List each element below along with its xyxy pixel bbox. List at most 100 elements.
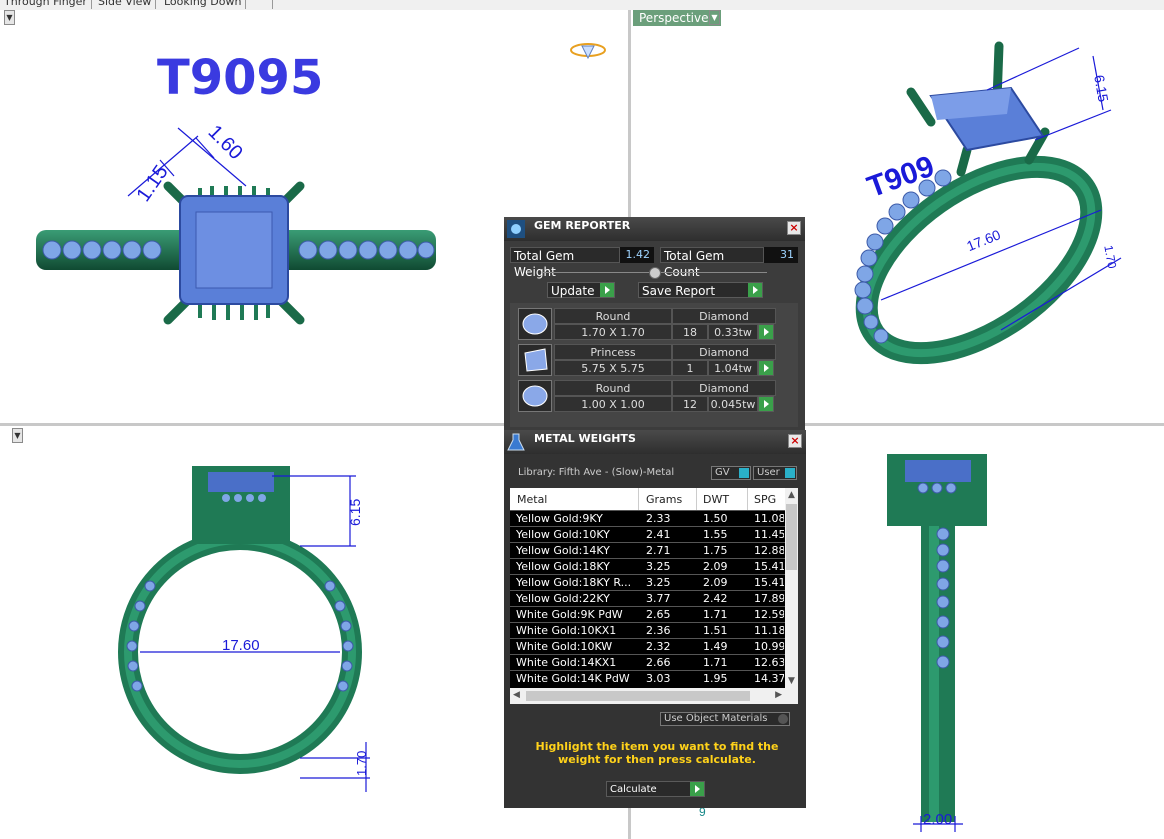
round-gem-icon [518,308,552,340]
use-object-materials-label: Use Object Materials [664,713,768,724]
dim-label-band: 1.70 [1101,244,1119,270]
gem-list: Round Diamond 1.70 X 1.70 18 0.33tw Prin… [510,303,798,427]
spg-value: 15.41 [754,576,784,589]
tab-extra[interactable] [256,0,273,9]
dim-label-height: 6.15 [1091,74,1112,104]
table-row[interactable]: Yellow Gold:9KY 2.33 1.50 11.08 [510,510,785,526]
gem-go-button[interactable] [758,360,774,376]
save-report-label: Save Report [642,284,716,298]
scroll-right-icon[interactable]: ▶ [775,690,782,700]
tab-through-finger[interactable]: Through Finger [0,0,92,9]
gem-reporter-icon [507,220,525,238]
round-gem-icon [518,380,552,412]
user-label: User [757,467,780,478]
metal-weights-titlebar[interactable]: METAL WEIGHTS × [504,430,806,454]
gem-row[interactable]: Princess Diamond 5.75 X 5.75 1 1.04tw [518,344,776,377]
update-label: Update [551,284,595,298]
metal-table[interactable]: Metal Grams DWT SPG Yellow Gold:9KY 2.33 1… [510,488,798,704]
gem-go-button[interactable] [758,324,774,340]
scroll-left-icon[interactable]: ◀ [513,690,520,700]
metal-name: Yellow Gold:14KY [516,544,610,557]
update-button[interactable]: Update [547,282,615,298]
dim-label-right: 1.60 [204,121,247,164]
table-row[interactable]: White Gold:10KW 2.32 1.49 10.99 [510,638,785,654]
dwt-value: 1.71 [703,608,728,621]
metal-name: White Gold:14K PdW [516,672,630,685]
scroll-down-icon[interactable]: ▼ [788,676,795,686]
spg-value: 12.59 [754,608,784,621]
save-report-button[interactable]: Save Report [638,282,763,298]
spg-value: 11.18 [754,624,784,637]
expand-toggle-icon[interactable] [649,267,661,279]
total-gem-count-label: Total Gem Count [660,247,764,279]
dwt-value: 2.42 [703,592,728,605]
dwt-value: 1.49 [703,640,728,653]
grams-value: 2.32 [646,640,671,653]
gem-material: Diamond [672,344,776,360]
table-row[interactable]: White Gold:10KX1 2.36 1.51 11.18 [510,622,785,638]
metal-name: White Gold:10KW [516,640,613,653]
table-row[interactable]: Yellow Gold:22KY 3.77 2.42 17.89 [510,590,785,606]
table-row[interactable]: Yellow Gold:14KY 2.71 1.75 12.88 [510,542,785,558]
tab-looking-down[interactable]: Looking Down [160,0,247,9]
user-toggle[interactable]: User [753,466,797,480]
spg-value: 17.89 [754,592,784,605]
princess-gem-icon [518,344,552,376]
tab-side-view[interactable]: Side View [94,0,157,9]
gv-toggle[interactable]: GV [711,466,751,480]
table-row[interactable]: Yellow Gold:18KY 3.25 2.09 15.41 [510,558,785,574]
table-horizontal-scrollbar[interactable]: ◀ ▶ [510,688,798,704]
table-row[interactable]: White Gold:9K PdW 2.65 1.71 12.59 [510,606,785,622]
grams-value: 2.71 [646,544,671,557]
dwt-value: 1.71 [703,656,728,669]
gem-weight: 0.045tw [708,396,758,412]
dwt-value: 1.75 [703,544,728,557]
total-gem-count-value: 31 [764,247,798,263]
table-row[interactable]: White Gold:14K PdW 3.03 1.95 14.37 [510,670,785,686]
scrollbar-thumb[interactable] [526,691,750,701]
table-row[interactable]: White Gold:14KX1 2.66 1.71 12.63 [510,654,785,670]
metal-name: Yellow Gold:18KY R... [516,576,632,589]
column-header-dwt[interactable]: DWT [703,493,729,506]
spg-value: 11.08 [754,512,784,525]
column-header-grams[interactable]: Grams [646,493,682,506]
gem-go-button[interactable] [758,396,774,412]
flask-icon [507,433,525,451]
dwt-value: 2.09 [703,576,728,589]
spg-value: 12.88 [754,544,784,557]
scroll-up-icon[interactable]: ▲ [788,490,795,500]
gem-row[interactable]: Round Diamond 1.70 X 1.70 18 0.33tw [518,308,776,341]
table-row[interactable]: Yellow Gold:10KY 2.41 1.55 11.45 [510,526,785,542]
dim-label-diameter: 17.60 [222,637,260,654]
column-header-metal[interactable]: Metal [517,493,547,506]
table-vertical-scrollbar[interactable]: ▲ ▼ [785,488,798,688]
close-icon[interactable]: × [788,434,802,448]
gem-material: Diamond [672,380,776,396]
total-gem-weight-label: Total Gem Weight [510,247,620,279]
grams-value: 3.25 [646,576,671,589]
close-icon[interactable]: × [787,221,801,235]
metal-weights-title: METAL WEIGHTS [534,432,636,445]
metal-name: Yellow Gold:10KY [516,528,610,541]
gem-size: 1.00 X 1.00 [554,396,672,412]
column-header-spg[interactable]: SPG [754,493,776,506]
metal-weights-panel: METAL WEIGHTS × Library: Fifth Ave - (Sl… [504,430,806,808]
dwt-value: 1.55 [703,528,728,541]
gem-count: 12 [672,396,708,412]
calculate-button[interactable]: Calculate [606,781,705,797]
gem-weight: 0.33tw [708,324,758,340]
use-object-materials-toggle[interactable]: Use Object Materials [660,712,790,726]
gem-count: 18 [672,324,708,340]
gem-shape: Round [554,308,672,324]
metal-name: White Gold:14KX1 [516,656,617,669]
table-row[interactable]: Yellow Gold:18KY R... 3.25 2.09 15.41 [510,574,785,590]
spg-value: 12.63 [754,656,784,669]
gem-reporter-titlebar[interactable]: GEM REPORTER × [504,217,805,241]
library-label: Library: Fifth Ave - (Slow)-Metal [518,467,675,478]
metal-name: White Gold:9K PdW [516,608,623,621]
total-gem-weight-value: 1.42 [620,247,654,263]
gem-row[interactable]: Round Diamond 1.00 X 1.00 12 0.045tw [518,380,776,413]
scrollbar-thumb[interactable] [786,504,797,570]
gem-shape: Princess [554,344,672,360]
gem-reporter-title: GEM REPORTER [534,219,631,232]
